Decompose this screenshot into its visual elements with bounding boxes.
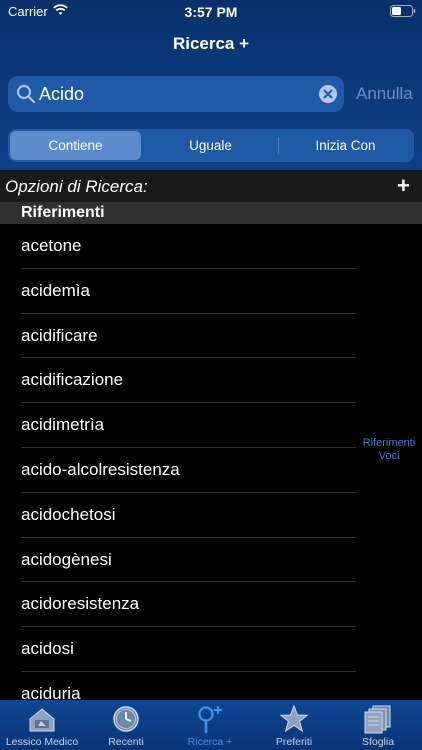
list-item-label: aciduria bbox=[21, 683, 81, 700]
list-item[interactable]: acidochetosi bbox=[0, 493, 360, 538]
house-icon bbox=[29, 708, 55, 732]
list-item[interactable]: acidemìa bbox=[0, 269, 360, 314]
status-time: 3:57 PM bbox=[184, 4, 238, 20]
list-item[interactable]: acetone bbox=[0, 224, 360, 269]
index-entry-voci[interactable]: Voci bbox=[356, 450, 422, 463]
search-input[interactable]: Acido bbox=[39, 84, 84, 105]
list-item[interactable]: acido-alcolresistenza bbox=[0, 448, 360, 493]
tab-label: Ricerca + bbox=[187, 736, 233, 748]
list-item-label: acidificare bbox=[21, 325, 98, 345]
section-header: Riferimenti bbox=[0, 202, 422, 224]
list-item[interactable]: acidogènesi bbox=[0, 538, 360, 583]
clear-icon[interactable] bbox=[319, 85, 337, 103]
search-options-label: Opzioni di Ricerca: bbox=[5, 177, 148, 196]
search-options-bar: Opzioni di Ricerca: + bbox=[0, 170, 422, 202]
tab-sfoglia[interactable]: Sfoglia bbox=[336, 700, 420, 750]
list-item[interactable]: acidificare bbox=[0, 314, 360, 359]
list-item[interactable]: acidosi bbox=[0, 627, 360, 672]
tab-lessico-medico[interactable]: Lessico Medico bbox=[0, 700, 84, 750]
star-icon bbox=[279, 704, 309, 733]
list-item-label: acidochetosi bbox=[21, 504, 116, 524]
list-item-label: acidificazione bbox=[21, 370, 124, 390]
section-title: Riferimenti bbox=[21, 204, 105, 221]
battery-icon bbox=[390, 5, 416, 17]
section-index[interactable]: Riferimenti Voci bbox=[356, 437, 422, 463]
status-bar: Carrier 3:57 PM bbox=[0, 0, 422, 24]
cancel-button[interactable]: Annulla bbox=[356, 84, 413, 104]
list-item[interactable]: acidoresistenza bbox=[0, 582, 360, 628]
search-plus-icon bbox=[198, 706, 222, 734]
results-list: acetone acidemìa acidificare acidificazi… bbox=[0, 224, 360, 700]
list-item-label: acidosi bbox=[21, 639, 74, 659]
tab-recenti[interactable]: Recenti bbox=[84, 700, 168, 750]
pages-icon bbox=[364, 705, 391, 734]
list-item-label: acidogènesi bbox=[21, 549, 112, 569]
segment-contiene[interactable]: Contiene bbox=[10, 131, 141, 160]
search-icon bbox=[17, 85, 36, 104]
add-option-button[interactable]: + bbox=[397, 173, 410, 199]
search-mode-segmented-control: Contiene Uguale Inizia Con bbox=[8, 129, 414, 162]
tab-bar: Lessico Medico Recenti Ricerca + Preferi… bbox=[0, 700, 422, 750]
tab-label: Recenti bbox=[108, 736, 144, 748]
clock-icon bbox=[113, 706, 139, 732]
segment-inizia-con[interactable]: Inizia Con bbox=[279, 131, 412, 160]
index-entry-riferimenti[interactable]: Riferimenti bbox=[356, 437, 422, 450]
tab-preferiti[interactable]: Preferiti bbox=[252, 700, 336, 750]
tab-label: Preferiti bbox=[275, 736, 313, 748]
page-title: Ricerca + bbox=[172, 34, 250, 53]
list-item-label: acido-alcolresistenza bbox=[21, 459, 180, 479]
list-item[interactable]: aciduria bbox=[0, 672, 360, 700]
list-item[interactable]: acidimetrìa bbox=[0, 403, 360, 448]
tab-label: Lessico Medico bbox=[5, 736, 79, 748]
list-item-label: acidemìa bbox=[21, 280, 90, 300]
search-field[interactable]: Acido bbox=[8, 76, 344, 112]
segment-uguale[interactable]: Uguale bbox=[143, 131, 278, 160]
list-item[interactable]: acidificazione bbox=[0, 358, 360, 404]
list-item-label: acidimetrìa bbox=[21, 415, 105, 435]
list-item-label: acetone bbox=[21, 236, 82, 255]
list-item-label: acidoresistenza bbox=[21, 594, 140, 614]
tab-ricerca-plus[interactable]: Ricerca + bbox=[168, 700, 252, 750]
tab-label: Sfoglia bbox=[361, 736, 395, 748]
